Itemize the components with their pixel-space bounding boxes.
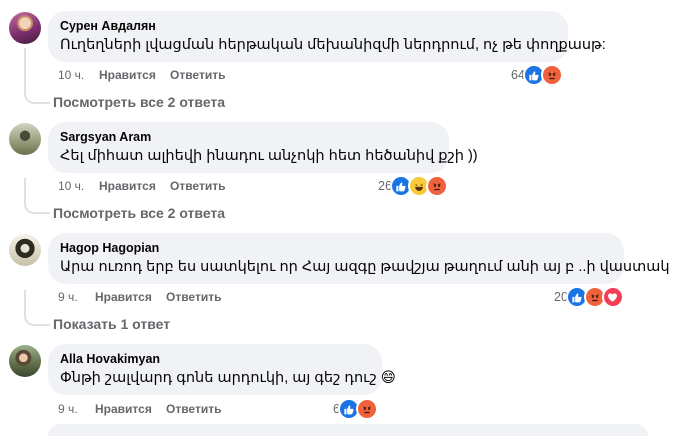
- avatar[interactable]: [9, 123, 41, 155]
- comment-author[interactable]: Alla Hovakimyan: [60, 351, 370, 367]
- comment-bubble: Sargsyan Aram Հել միհատ ալիեվի ինադու ան…: [48, 122, 478, 173]
- comment-text: Ուղեղների լվացման հերթական մեխանիզմի ներ…: [60, 37, 606, 53]
- reply-thread-connector: [24, 290, 50, 326]
- comment-author[interactable]: Sargsyan Aram: [60, 129, 437, 145]
- like-button[interactable]: Нравится: [99, 68, 156, 82]
- reactions-summary[interactable]: 20: [554, 286, 624, 308]
- comment-actions: 10 ч. Нравится Ответить: [58, 68, 258, 84]
- comment-bubble: Alla Hovakimyan Փնթի շալվարդ գոնե արդուկ…: [48, 344, 396, 395]
- reply-button[interactable]: Ответить: [166, 290, 221, 304]
- avatar[interactable]: [9, 345, 41, 377]
- comment-text: Հել միհատ ալիեվի ինադու անչոկի հետ հեծան…: [60, 148, 478, 164]
- comment-actions: 9 ч. Нравится Ответить: [58, 402, 258, 418]
- comment-text: Փնթի շալվարդ գոնե արդուկի, այ գեշ դուշ 😄: [60, 370, 396, 386]
- angry-icon: [355, 398, 378, 420]
- comment-time[interactable]: 9 ч.: [58, 290, 78, 304]
- reactions-summary[interactable]: 6: [333, 398, 378, 420]
- thread-line: [24, 48, 26, 70]
- like-button[interactable]: Нравится: [95, 290, 152, 304]
- love-icon: [601, 286, 624, 308]
- reply-button[interactable]: Ответить: [170, 179, 225, 193]
- view-replies-link[interactable]: Показать 1 ответ: [53, 316, 170, 332]
- comment-time[interactable]: 9 ч.: [58, 402, 78, 416]
- like-button[interactable]: Нравится: [99, 179, 156, 193]
- reply-button[interactable]: Ответить: [166, 402, 221, 416]
- angry-icon: [540, 64, 563, 86]
- like-button[interactable]: Нравится: [95, 402, 152, 416]
- comment-time[interactable]: 10 ч.: [58, 68, 84, 82]
- reply-button[interactable]: Ответить: [170, 68, 225, 82]
- angry-icon: [425, 175, 448, 197]
- comment-time[interactable]: 10 ч.: [58, 179, 84, 193]
- next-comment-bubble-partial: [48, 424, 648, 436]
- view-replies-link[interactable]: Посмотреть все 2 ответа: [53, 94, 225, 110]
- comment-actions: 9 ч. Нравится Ответить: [58, 290, 258, 306]
- reactions-summary[interactable]: 26: [378, 175, 448, 197]
- avatar[interactable]: [9, 234, 41, 266]
- comment-author[interactable]: Сурен Авдалян: [60, 18, 556, 34]
- comment-actions: 10 ч. Нравится Ответить: [58, 179, 258, 195]
- reply-thread-connector: [24, 178, 50, 214]
- comment-bubble: Hagop Hagopian Արա ուռոդ երբ ես սատկելու…: [48, 233, 670, 284]
- comment-text: Արա ուռոդ երբ ես սատկելու որ Հայ ազգը թա…: [60, 259, 670, 275]
- comment-bubble: Сурен Авдалян Ուղեղների լվացման հերթական…: [48, 11, 606, 62]
- comment-author[interactable]: Hagop Hagopian: [60, 240, 612, 256]
- view-replies-link[interactable]: Посмотреть все 2 ответа: [53, 205, 225, 221]
- reactions-summary[interactable]: 64: [511, 64, 563, 86]
- avatar[interactable]: [9, 12, 41, 44]
- reply-thread-connector: [24, 68, 50, 104]
